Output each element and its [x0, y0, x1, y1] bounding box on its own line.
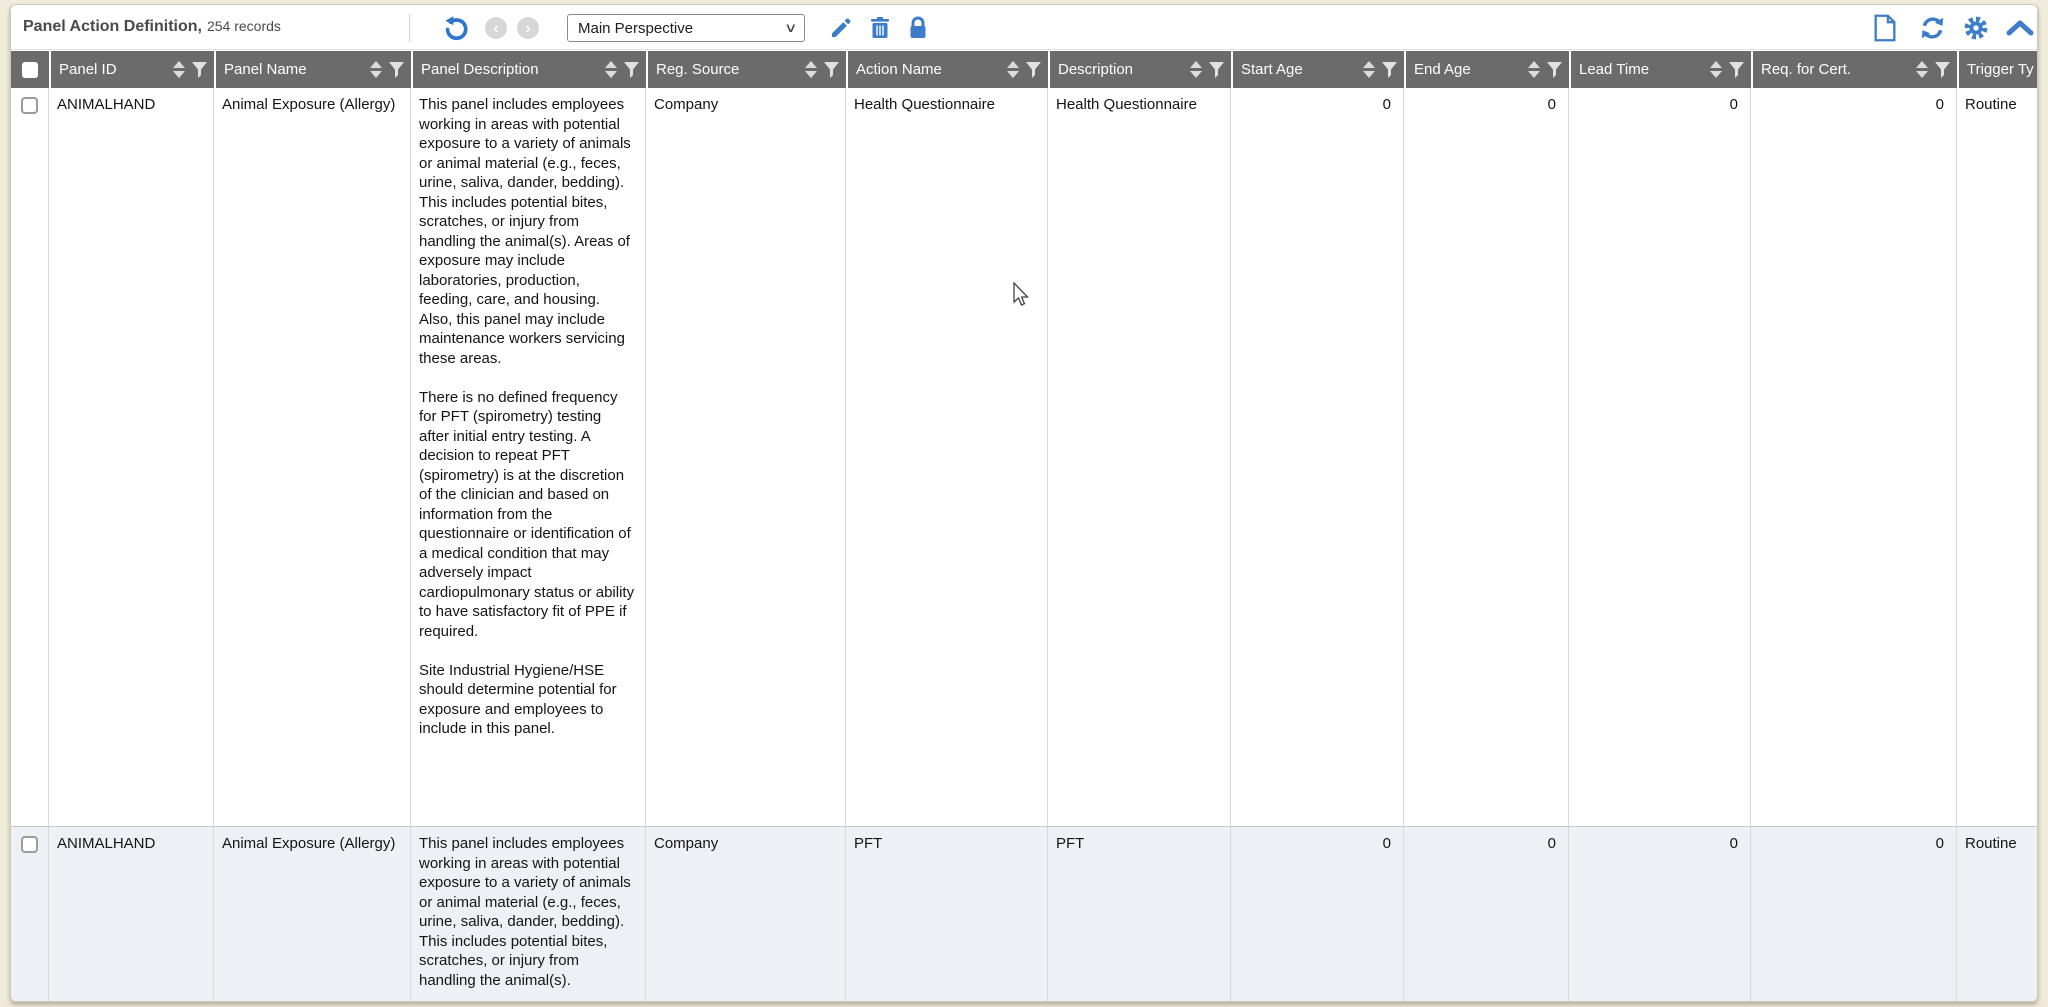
- cell-action-name: Health Questionnaire: [846, 88, 1048, 826]
- column-header-end-age[interactable]: End Age: [1406, 51, 1569, 88]
- filter-icon[interactable]: [1026, 61, 1041, 78]
- table-row[interactable]: ANIMALHAND Animal Exposure (Allergy) Thi…: [11, 826, 2037, 1001]
- data-grid: Panel ID Panel Name Panel Description Re…: [11, 51, 2037, 1001]
- row-checkbox-cell: [11, 88, 49, 826]
- perspective-select[interactable]: Main Perspective ∨: [567, 14, 805, 42]
- collapse-chevron-up-icon[interactable]: [2006, 19, 2034, 47]
- lock-icon[interactable]: [907, 16, 935, 44]
- cell-lead-time: 0: [1569, 88, 1751, 826]
- column-header-panel-id[interactable]: Panel ID: [51, 51, 214, 88]
- filter-icon[interactable]: [1547, 61, 1562, 78]
- cell-reg-source: Company: [646, 827, 846, 1001]
- cell-reg-source: Company: [646, 88, 846, 826]
- page-title: Panel Action Definition, 254 records: [23, 18, 281, 36]
- column-header-panel-description[interactable]: Panel Description: [413, 51, 646, 88]
- refresh-icon[interactable]: [1919, 15, 1947, 43]
- grid-header-row: Panel ID Panel Name Panel Description Re…: [11, 51, 2037, 88]
- column-label: Panel Name: [224, 61, 307, 78]
- filter-icon[interactable]: [389, 61, 404, 78]
- column-header-req-for-cert[interactable]: Req. for Cert.: [1753, 51, 1957, 88]
- edit-pencil-icon[interactable]: [829, 16, 857, 44]
- settings-gear-icon[interactable]: [1963, 15, 1991, 43]
- cell-panel-id: ANIMALHAND: [49, 827, 214, 1001]
- cell-description: Health Questionnaire: [1048, 88, 1231, 826]
- prev-icon: ‹: [485, 17, 507, 39]
- column-label: Panel ID: [59, 61, 117, 78]
- column-header-lead-time[interactable]: Lead Time: [1571, 51, 1751, 88]
- sort-icon[interactable]: [805, 61, 817, 78]
- cell-trigger-type: Routine: [1965, 96, 2017, 113]
- toolbar-divider: [409, 14, 410, 42]
- row-checkbox-cell: [11, 827, 49, 1001]
- cell-start-age: 0: [1231, 827, 1404, 1001]
- column-label: Start Age: [1241, 61, 1303, 78]
- cell-end-age: 0: [1404, 88, 1569, 826]
- column-header-reg-source[interactable]: Reg. Source: [648, 51, 846, 88]
- cell-req-for-cert: 0: [1751, 827, 1957, 1001]
- row-checkbox[interactable]: [21, 836, 38, 853]
- column-label: Action Name: [856, 61, 942, 78]
- cell-end-age: 0: [1404, 827, 1569, 1001]
- record-count: 254 records: [206, 18, 281, 34]
- sort-icon[interactable]: [1710, 61, 1722, 78]
- column-header-start-age[interactable]: Start Age: [1233, 51, 1404, 88]
- column-label: Trigger Ty: [1967, 61, 2034, 78]
- column-label: End Age: [1414, 61, 1471, 78]
- column-label: Req. for Cert.: [1761, 61, 1852, 78]
- sort-icon[interactable]: [370, 61, 382, 78]
- filter-icon[interactable]: [824, 61, 839, 78]
- panel-action-definition-window: Panel Action Definition, 254 records ‹ › …: [10, 4, 2038, 1002]
- sort-icon[interactable]: [605, 61, 617, 78]
- column-label: Reg. Source: [656, 61, 740, 78]
- column-header-action-name[interactable]: Action Name: [848, 51, 1048, 88]
- sort-icon[interactable]: [1528, 61, 1540, 78]
- column-header-description[interactable]: Description: [1050, 51, 1231, 88]
- filter-icon[interactable]: [1935, 61, 1950, 78]
- row-checkbox[interactable]: [21, 97, 38, 114]
- sort-icon[interactable]: [173, 61, 185, 78]
- chevron-down-icon: ∨: [784, 20, 798, 35]
- select-all-header-cell: [11, 51, 49, 88]
- perspective-select-value: Main Perspective: [578, 19, 694, 37]
- filter-icon[interactable]: [1729, 61, 1744, 78]
- filter-icon[interactable]: [624, 61, 639, 78]
- cell-panel-id: ANIMALHAND: [49, 88, 214, 826]
- cell-panel-description: This panel includes employees working in…: [411, 88, 646, 826]
- sort-icon[interactable]: [1916, 61, 1928, 78]
- undo-icon[interactable]: [443, 15, 471, 43]
- column-header-trigger-type[interactable]: Trigger Ty: [1959, 51, 2037, 88]
- cell-start-age: 0: [1231, 88, 1404, 826]
- cell-lead-time: 0: [1569, 827, 1751, 1001]
- next-icon: ›: [517, 17, 539, 39]
- cell-panel-description: This panel includes employees working in…: [411, 827, 646, 1001]
- column-label: Description: [1058, 61, 1134, 78]
- delete-trash-icon[interactable]: [869, 16, 897, 44]
- new-document-icon[interactable]: [1873, 14, 1901, 42]
- page-title-text: Panel Action Definition,: [23, 18, 202, 35]
- column-label: Lead Time: [1579, 61, 1650, 78]
- cell-action-name: PFT: [846, 827, 1048, 1001]
- sort-icon[interactable]: [1190, 61, 1202, 78]
- filter-icon[interactable]: [1382, 61, 1397, 78]
- toolbar: Panel Action Definition, 254 records ‹ › …: [11, 5, 2037, 50]
- column-label: Panel Description: [421, 61, 539, 78]
- filter-icon[interactable]: [1209, 61, 1224, 78]
- filter-icon[interactable]: [192, 61, 207, 78]
- select-all-checkbox[interactable]: [22, 61, 38, 78]
- table-row[interactable]: ANIMALHAND Animal Exposure (Allergy) Thi…: [11, 88, 2037, 826]
- cell-description: PFT: [1048, 827, 1231, 1001]
- cell-req-for-cert: 0: [1751, 88, 1957, 826]
- sort-icon[interactable]: [1363, 61, 1375, 78]
- cell-panel-name: Animal Exposure (Allergy): [214, 88, 411, 826]
- column-header-panel-name[interactable]: Panel Name: [216, 51, 411, 88]
- sort-icon[interactable]: [1007, 61, 1019, 78]
- cell-trigger-type: Routine: [1965, 835, 2017, 852]
- cell-panel-name: Animal Exposure (Allergy): [214, 827, 411, 1001]
